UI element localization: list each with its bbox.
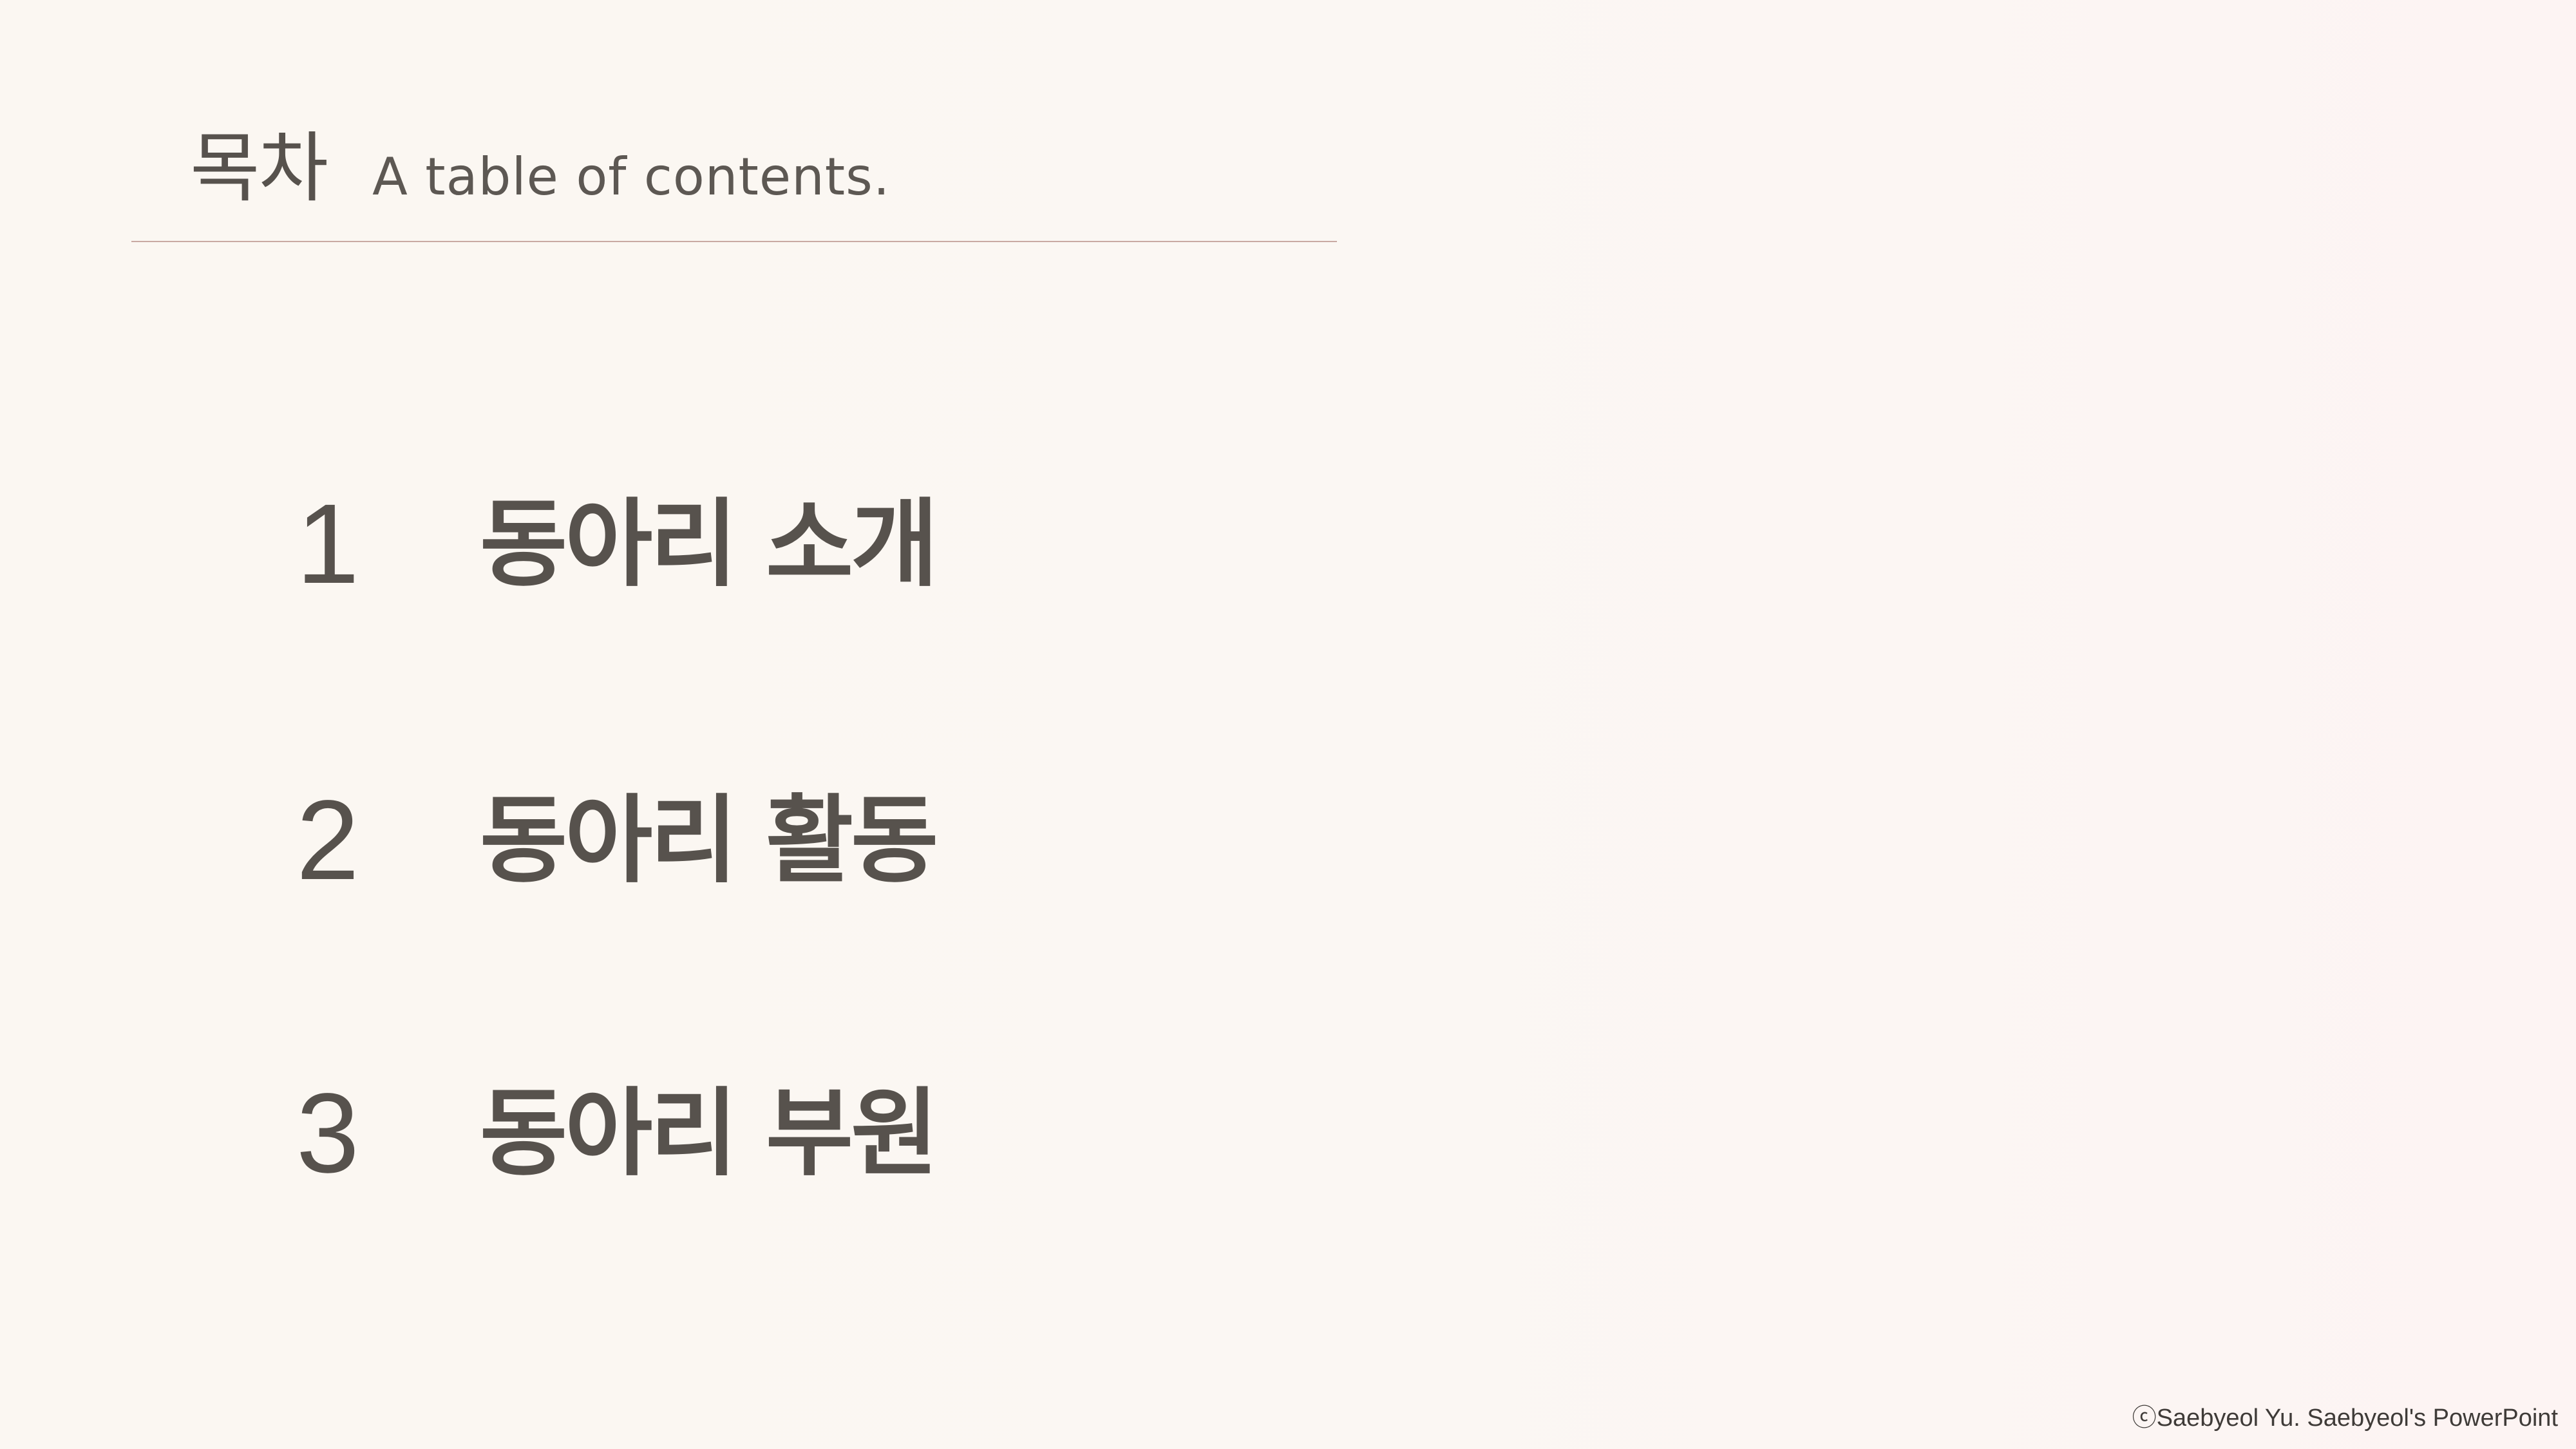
toc-item-1: 1 동아리 소개: [296, 480, 938, 609]
toc-number: 1: [296, 481, 359, 607]
toc-item-2: 2 동아리 활동: [296, 776, 938, 905]
table-of-contents: 1 동아리 소개 2 동아리 활동 3 동아리 부원: [0, 0, 2576, 1449]
copyright-notice: ⓒSaebyeol Yu. Saebyeol's PowerPoint: [2132, 1405, 2558, 1432]
slide: 목차 A table of contents. 1 동아리 소개 2 동아리 활…: [0, 0, 2576, 1449]
toc-number: 2: [296, 777, 359, 904]
toc-label: 동아리 부원: [480, 1078, 938, 1189]
toc-number: 3: [296, 1070, 359, 1197]
toc-item-3: 3 동아리 부원: [296, 1069, 938, 1198]
toc-label: 동아리 소개: [480, 489, 938, 600]
toc-label: 동아리 활동: [480, 785, 938, 896]
